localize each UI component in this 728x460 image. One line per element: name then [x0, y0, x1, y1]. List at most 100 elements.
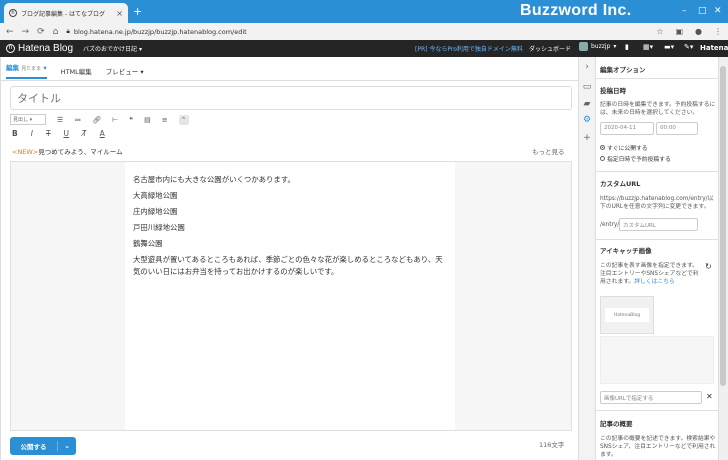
news-banner[interactable]: <NEW>見つめてみよう、マイルーム	[12, 146, 123, 156]
new-badge: <NEW>	[12, 148, 39, 156]
avatar	[579, 42, 588, 51]
eyecatch-thumbnail[interactable]: HatenaBlog	[600, 296, 654, 334]
extension-icon[interactable]: ▣	[675, 27, 683, 36]
bold-icon[interactable]: B	[12, 129, 18, 138]
chat-icon[interactable]: ▬▾	[664, 43, 674, 51]
italic-icon[interactable]: I	[31, 129, 33, 138]
summary-title: 記事の概要	[600, 420, 633, 428]
post-date-title: 投稿日時	[600, 87, 626, 95]
eyecatch-title: アイキャッチ画像	[600, 247, 652, 255]
hatena-logo-icon: h	[6, 44, 15, 53]
body-line: 戸田川緑地公園	[133, 223, 185, 232]
custom-url-desc: https://buzzjp.hatenablog.com/entry/以下のU…	[600, 196, 714, 210]
menu-icon[interactable]: ⋮	[714, 27, 722, 36]
url-field[interactable]: 🔒︎ blog.hatena.ne.jp/buzzjp/buzzjp.haten…	[66, 27, 246, 36]
quote-icon[interactable]: ❝	[129, 116, 133, 124]
publish-label: 公開する	[10, 441, 58, 451]
publish-button[interactable]: 公開する ⌄	[10, 437, 76, 455]
bookmark-icon[interactable]: ▮	[625, 43, 629, 51]
profile-icon[interactable]: ●	[695, 27, 702, 36]
radio-icon	[600, 145, 605, 150]
clear-icon[interactable]: ✕	[706, 392, 713, 401]
chevron-right-icon[interactable]: ›	[581, 62, 593, 72]
char-count: 116文字	[539, 441, 565, 449]
thumbnail-label: HatenaBlog	[605, 308, 649, 322]
collapse-toolbar-icon[interactable]: ⌃	[178, 114, 189, 125]
comment-icon[interactable]: ▭	[581, 82, 593, 92]
refresh-icon[interactable]: ↻	[705, 262, 712, 271]
body-paragraph: 大型遊具が置いてあるところもあれば、季節ごとの色々な花が楽しめるところなどもあり…	[133, 255, 443, 276]
gear-icon[interactable]: ⚙	[581, 115, 593, 125]
bulleted-list-icon[interactable]: ☰	[57, 116, 63, 124]
close-tab-icon[interactable]: ×	[116, 9, 123, 18]
blog-name-menu[interactable]: バズのおでかけ日記 ▾	[83, 44, 142, 53]
heading-select[interactable]: 見出し ▾	[10, 114, 46, 125]
eyecatch-placeholder	[600, 336, 714, 384]
hatena-blog-logo[interactable]: h Hatena Blog	[6, 43, 73, 54]
divider	[0, 80, 578, 81]
lock-icon: 🔒︎	[66, 27, 70, 35]
tab-edit[interactable]: 編集 見たまま ▾	[6, 62, 47, 79]
toolbar-row-1: 見出し ▾ ☰ ≔ 🔗︎ ⊢ ❝ ▤ ≡ ⌃	[10, 114, 189, 125]
image-url-input[interactable]: 画像URLで指定する	[600, 391, 702, 404]
panel-title: 編集オプション	[600, 66, 646, 74]
divider	[596, 239, 718, 240]
reload-icon[interactable]: ⟳	[37, 27, 45, 37]
close-window-icon[interactable]: ✕	[714, 6, 722, 16]
numbered-list-icon[interactable]: ≔	[74, 116, 81, 124]
scrollbar-thumb[interactable]	[720, 66, 726, 386]
home-icon[interactable]: ⌂	[53, 27, 59, 37]
chevron-down-icon[interactable]: ⌄	[58, 442, 76, 450]
radio-scheduled[interactable]: 指定日時で予約投稿する	[600, 154, 671, 163]
summary-desc: この記事の概要を記述できます。検索結果やSNSシェア、注目エントリーなどで利用さ…	[600, 436, 716, 458]
hatena-header: h Hatena Blog バズのおでかけ日記 ▾	[0, 40, 728, 57]
apps-grid-icon[interactable]: ▦▾	[643, 43, 653, 51]
editor-body[interactable]: 名古屋市内にも大きな公園がいくつかあります。 大高緑地公園 庄内緑地公園 戸田川…	[125, 162, 455, 430]
radio-publish-now[interactable]: すぐに公開する	[600, 143, 648, 152]
divider	[596, 410, 718, 411]
user-menu[interactable]: buzzjp ▾	[579, 42, 616, 51]
maximize-icon[interactable]: □	[698, 6, 707, 16]
hatena-favicon-icon: h	[9, 9, 17, 17]
brand-watermark: Buzzword Inc.	[520, 2, 632, 19]
news-text: 見つめてみよう、マイルーム	[38, 148, 123, 156]
body-line: 庄内緑地公園	[133, 207, 178, 216]
link-icon[interactable]: 🔗︎	[92, 116, 101, 124]
plus-icon[interactable]: +	[581, 133, 593, 143]
body-line: 名古屋市内にも大きな公園がいくつかあります。	[133, 175, 295, 184]
star-icon[interactable]: ☆	[656, 27, 663, 36]
body-line: 鶴舞公園	[133, 239, 163, 248]
clear-format-icon[interactable]: T̸	[82, 129, 87, 138]
date-input[interactable]: 2020-04-11	[600, 122, 654, 135]
post-date-desc: 記事の日時を編集できます。予約投稿するには、未来の日時を選択してください。	[600, 102, 716, 116]
eyecatch-desc: この記事を表す画像を指定できます。注目エントリーやSNSシェアなどで利用されます…	[600, 263, 699, 285]
minimize-icon[interactable]: –	[682, 6, 687, 16]
back-icon[interactable]: ←	[6, 27, 14, 37]
tab-html-edit[interactable]: HTML編集	[61, 66, 92, 76]
underline-icon[interactable]: U	[64, 129, 70, 138]
hatena-link[interactable]: Hatena	[700, 44, 728, 52]
new-tab-icon[interactable]: +	[133, 6, 142, 18]
horizontal-rule-icon[interactable]: ⊢	[112, 116, 118, 124]
text-color-icon[interactable]: A	[100, 129, 105, 138]
strikethrough-icon[interactable]: T	[46, 129, 51, 138]
title-input[interactable]	[10, 86, 572, 110]
tab-preview[interactable]: プレビュー ▾	[106, 66, 144, 76]
custom-url-input[interactable]: カスタムURL	[619, 218, 698, 231]
table-icon[interactable]: ▤	[144, 116, 151, 124]
align-icon[interactable]: ≡	[162, 116, 168, 124]
custom-url-title: カスタムURL	[600, 180, 641, 188]
folder-icon[interactable]: ▰	[581, 99, 593, 109]
pro-promo-link[interactable]: [PR] 今ならPro利用で独自ドメイン無料	[415, 44, 523, 53]
divider	[596, 78, 718, 79]
more-link[interactable]: もっと見る	[532, 146, 565, 156]
notification-icon[interactable]: ✎▾	[684, 43, 693, 51]
dashboard-link[interactable]: ダッシュボード	[529, 44, 571, 53]
browser-tab[interactable]: h ブログ記事編集 - はてなブログ ×	[4, 3, 128, 23]
address-bar: ← → ⟳ ⌂ 🔒︎ blog.hatena.ne.jp/buzzjp/buzz…	[0, 23, 728, 40]
forward-icon[interactable]: →	[22, 27, 30, 37]
tab-title: ブログ記事編集 - はてなブログ	[21, 10, 105, 18]
details-link[interactable]: 詳しくはこちら	[634, 279, 675, 285]
divider	[596, 171, 718, 172]
time-input[interactable]: 00:00	[656, 122, 698, 135]
